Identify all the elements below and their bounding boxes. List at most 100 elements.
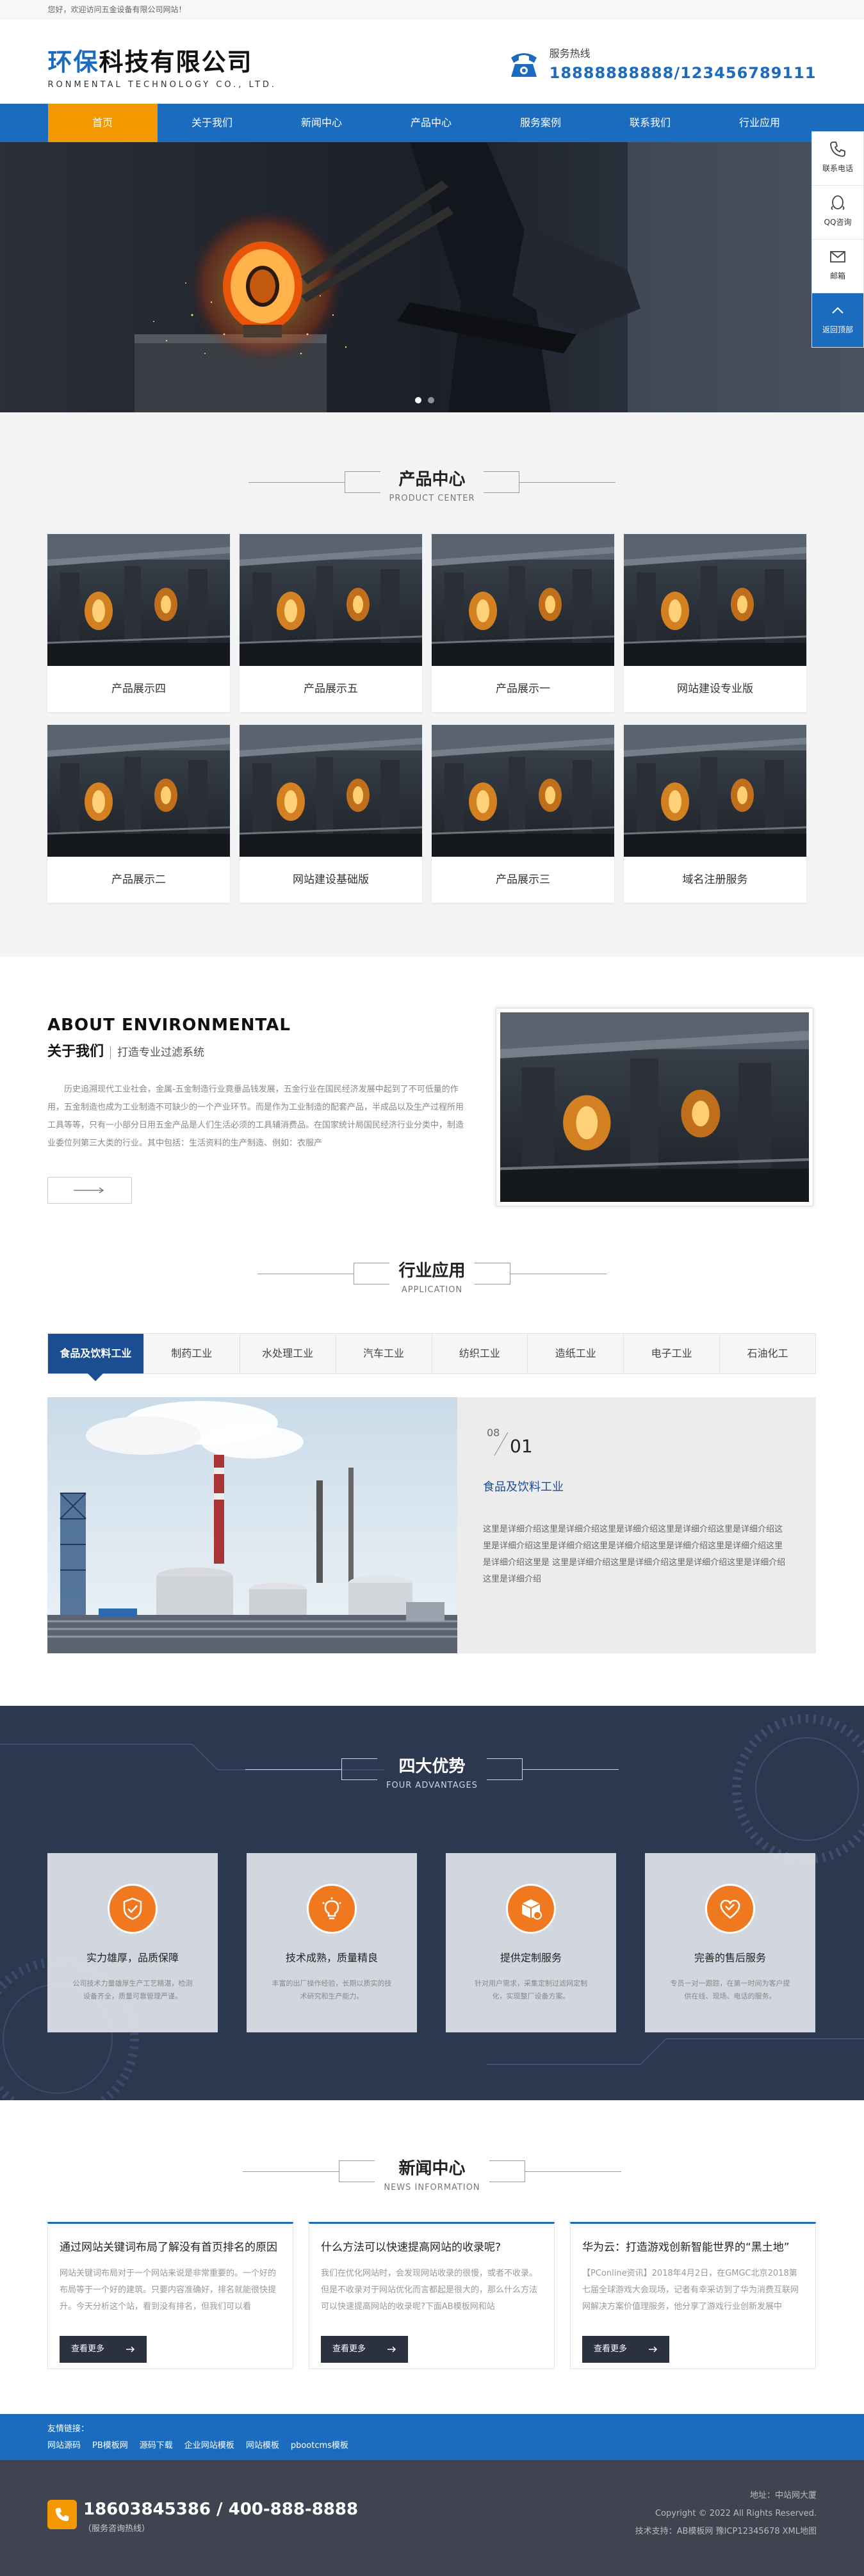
refinery-image [47,1397,457,1653]
banner-dot-1[interactable] [415,397,421,403]
product-image [47,534,230,666]
news-headline[interactable]: 通过网站关键词布局了解没有首页排名的原因 [60,2238,281,2254]
nav-item-applications[interactable]: 行业应用 [705,104,815,142]
product-card[interactable]: 产品展示三 [432,725,614,903]
application-panel: 08 01 食品及饮料工业 这里是详细介绍这里是详细介绍这里是详细介绍这里是详细… [47,1397,816,1653]
footer-phone-number: 18603845386 / 400-888-8888 [83,2500,359,2519]
about-section: ABOUT ENVIRONMENTAL 关于我们 打造专业过滤系统 历史追溯现代工… [0,957,864,1238]
float-email-label: 邮箱 [829,271,845,280]
bulb-icon [322,1897,341,1920]
product-image [432,725,614,857]
friend-link[interactable]: PB模板网 [92,2438,128,2450]
advantage-title: 提供定制服务 [500,1952,562,1964]
news-card: 什么方法可以快速提高网站的收录呢? 我们在优化网站时，会发现网站收录的很慢，或者… [309,2222,555,2369]
nav-item-home[interactable]: 首页 [47,104,158,142]
banner-dot-2[interactable] [428,397,434,403]
product-card[interactable]: 产品展示四 [47,534,230,712]
nav-item-products[interactable]: 产品中心 [377,104,486,142]
about-more-button[interactable] [47,1177,132,1204]
news-more-button[interactable]: 查看更多 [321,2336,408,2363]
apps-title-block: 行业应用 APPLICATION [0,1255,864,1295]
float-email[interactable]: 邮箱 [812,239,863,293]
product-card[interactable]: 域名注册服务 [624,725,806,903]
friend-link[interactable]: 企业网站模板 [184,2438,234,2450]
tab-food-beverage[interactable]: 食品及饮料工业 [48,1334,144,1381]
news-headline[interactable]: 什么方法可以快速提高网站的收录呢? [321,2238,542,2254]
float-back-to-top[interactable]: 返回顶部 [812,293,863,347]
news-headline[interactable]: 华为云：打造游戏创新智能世界的“黑土地” [582,2238,804,2254]
site-logo[interactable]: 环保科技有限公司 RONMENTAL TECHNOLOGY CO., LTD. [48,42,277,90]
friend-link[interactable]: pbootcms模板 [291,2438,348,2450]
advantage-card[interactable]: 完善的售后服务 专员一对一跟踪，在第一时间为客户提供在线、现场、电话的服务。 [645,1853,815,2032]
products-title: 产品中心 [398,470,466,489]
title-bracket-left [354,1263,390,1284]
about-image [496,1008,813,1206]
tab-electronics[interactable]: 电子工业 [624,1334,721,1373]
header: 环保科技有限公司 RONMENTAL TECHNOLOGY CO., LTD. … [48,19,817,104]
advantage-card[interactable]: 实力雄厚，品质保障 公司技术力量雄厚生产工艺精湛，检测设备齐全，质量可靠管理严谨… [47,1853,218,2032]
news-more-button[interactable]: 查看更多 [582,2336,669,2363]
title-line-right [522,1769,619,1770]
main-nav: 首页 关于我们 新闻中心 产品中心 服务案例 联系我们 行业应用 [0,104,864,142]
logo-cn-part-a: 环保 [47,48,99,76]
app-current: 01 [510,1436,533,1457]
float-qq[interactable]: QQ咨询 [812,186,863,239]
advantages-section: 四大优势 FOUR ADVANTAGES 实力雄厚，品质保障 公司技术力量雄厚生… [0,1706,864,2100]
float-phone-label: 联系电话 [822,164,853,173]
nav-item-about[interactable]: 关于我们 [158,104,267,142]
product-image [624,725,806,857]
tab-pharma[interactable]: 制药工业 [144,1334,240,1373]
chevron-up-icon [832,307,844,314]
arrow-right-icon [74,1187,104,1194]
footer-support[interactable]: 技术支持：AB模板网 豫ICP12345678 XML地图 [635,2523,817,2541]
product-card[interactable]: 产品展示五 [240,534,422,712]
tab-paper[interactable]: 造纸工业 [528,1334,624,1373]
adv-subtitle: FOUR ADVANTAGES [386,1781,478,1790]
nav-item-contact[interactable]: 联系我们 [596,104,705,142]
advantage-title: 完善的售后服务 [694,1952,766,1964]
links-list: 网站源码 PB模板网 源码下载 企业网站模板 网站模板 pbootcms模板 [47,2438,348,2450]
about-sub-tag: 打造专业过滤系统 [110,1046,205,1059]
about-subtitle: 关于我们 打造专业过滤系统 [47,1040,205,1060]
shield-check-icon [123,1897,142,1920]
footer-address: 地址：中站网大厦 [749,2491,817,2500]
news-more-button[interactable]: 查看更多 [60,2336,147,2363]
title-line-left [245,1769,342,1770]
title-line-left [248,482,345,483]
product-card[interactable]: 网站建设专业版 [624,534,806,712]
product-name: 产品展示一 [496,683,550,695]
advantage-text: 丰富的出厂操作经验，长期以质实的技术研究和生产能力。 [272,1979,392,2000]
product-card[interactable]: 产品展示二 [47,725,230,903]
tab-auto[interactable]: 汽车工业 [336,1334,432,1373]
advantage-grid: 实力雄厚，品质保障 公司技术力量雄厚生产工艺精湛，检测设备齐全，质量可靠管理严谨… [47,1853,816,2032]
friend-link[interactable]: 网站源码 [47,2438,81,2450]
nav-item-news[interactable]: 新闻中心 [267,104,377,142]
advantage-card[interactable]: 提供定制服务 针对用户需求，采集定制过滤网定制化，实现整厂设备方案。 [446,1853,616,2032]
applications-section: 行业应用 APPLICATION 食品及饮料工业 制药工业 水处理工业 汽车工业… [0,1238,864,1706]
phone-handset-icon [47,2500,77,2529]
product-card[interactable]: 产品展示一 [432,534,614,712]
friend-link[interactable]: 网站模板 [246,2438,279,2450]
nav-item-cases[interactable]: 服务案例 [486,104,596,142]
tab-textile[interactable]: 纺织工业 [432,1334,528,1373]
float-phone[interactable]: 联系电话 [812,132,863,186]
title-line-right [525,2171,621,2172]
tab-water[interactable]: 水处理工业 [240,1334,336,1373]
footer-info: 地址：中站网大厦 Copyright © 2022 All Rights Res… [635,2487,817,2541]
title-bracket-right [489,2160,525,2182]
tab-petrochem[interactable]: 石油化工 [720,1334,815,1373]
friend-links: 友情链接： 网站源码 PB模板网 源码下载 企业网站模板 网站模板 pbootc… [0,2414,864,2460]
title-bracket-right [474,1263,510,1284]
logo-cn-part-b: 科技有限公司 [99,48,253,76]
advantage-card[interactable]: 技术成熟，质量精良 丰富的出厂操作经验，长期以质实的技术研究和生产能力。 [247,1853,417,2032]
top-bar: 您好，欢迎访问五金设备有限公司网站！ [0,0,864,19]
banner-pagination [415,397,434,403]
hero-banner[interactable] [0,142,864,412]
advantage-title: 实力雄厚，品质保障 [86,1952,179,1964]
friend-link[interactable]: 源码下载 [140,2438,173,2450]
welcome-text: 您好，欢迎访问五金设备有限公司网站！ [47,5,186,14]
product-card[interactable]: 网站建设基础版 [240,725,422,903]
arrow-right-icon [387,2346,396,2353]
product-image [240,725,422,857]
news-excerpt: 网站关键词布局对于一个网站来说是非常重要的。一个好的布局等于一个好的建筑。只要内… [60,2269,277,2312]
